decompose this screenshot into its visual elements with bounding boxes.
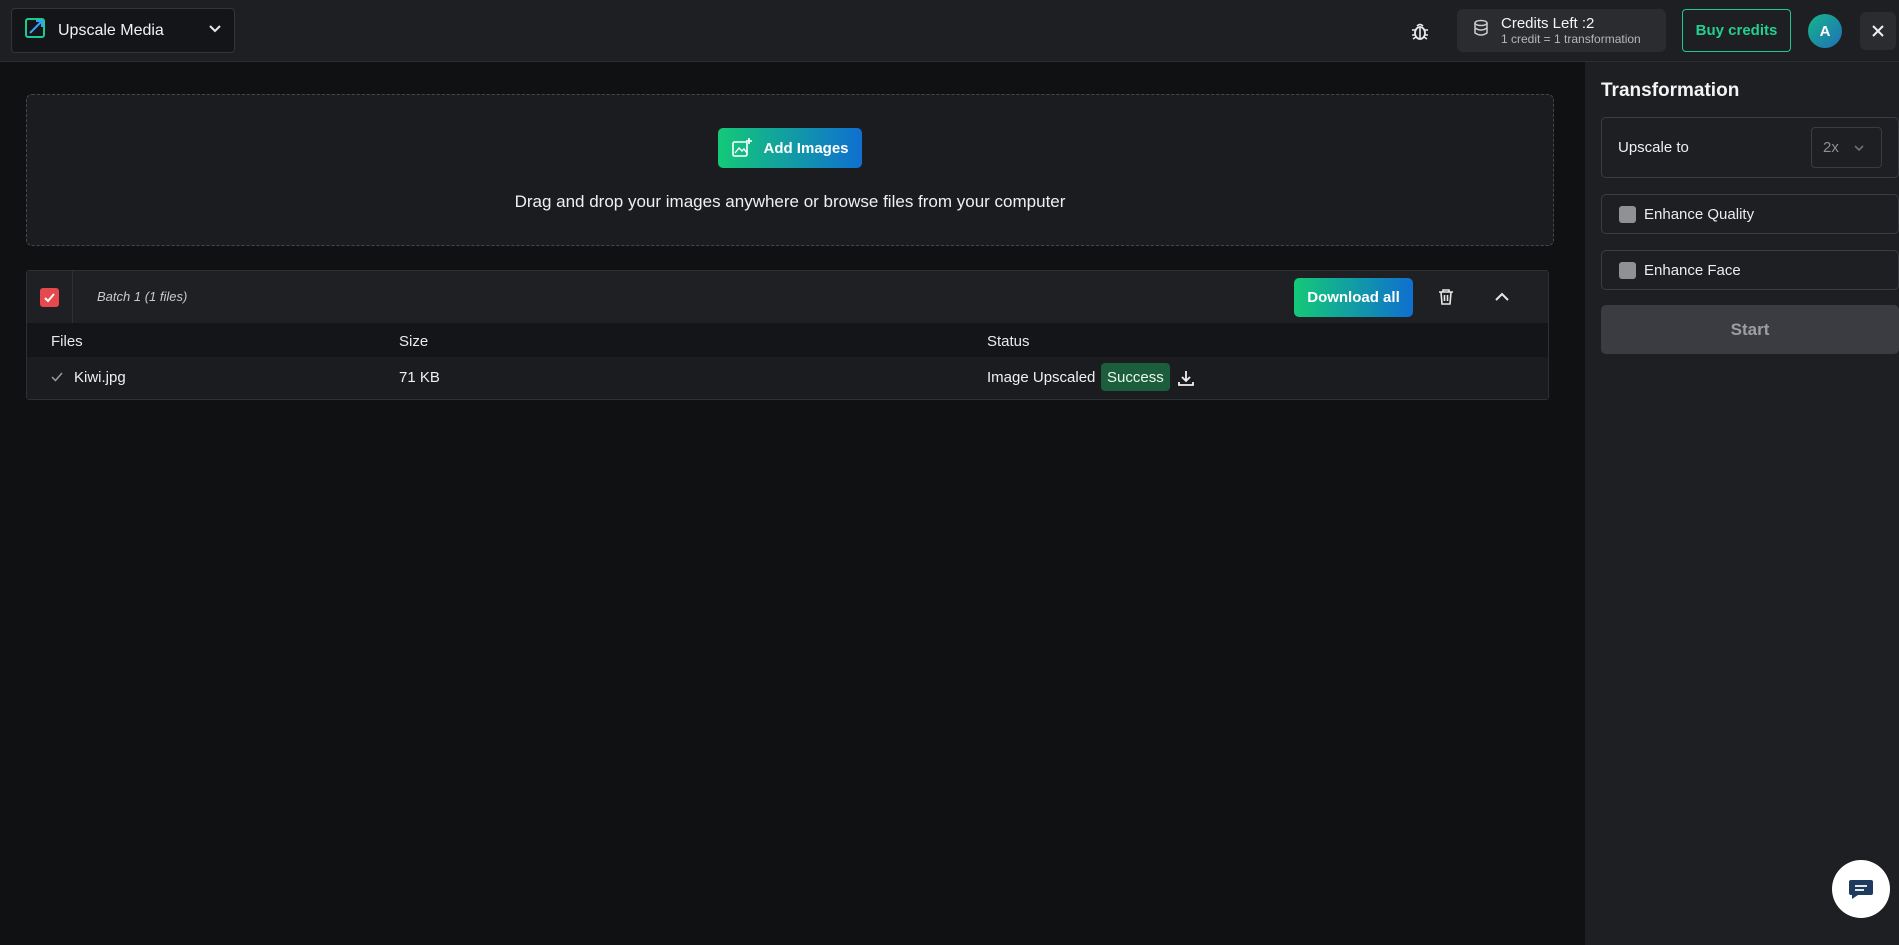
file-size: 71 KB (399, 369, 440, 386)
credits-panel: Credits Left :2 1 credit = 1 transformat… (1457, 9, 1666, 52)
credits-note: 1 credit = 1 transformation (1501, 32, 1641, 46)
download-icon[interactable] (1175, 367, 1197, 389)
batch-header: Batch 1 (1 files) Download all (27, 271, 1548, 323)
transformation-sidebar: Transformation Upscale to 2x Enhance Qua… (1585, 62, 1899, 945)
add-images-label: Add Images (763, 139, 849, 157)
column-header-status: Status (987, 333, 1030, 350)
trash-icon[interactable] (1435, 286, 1457, 308)
app-selector[interactable]: Upscale Media (11, 8, 235, 53)
enhance-quality-checkbox[interactable] (1619, 205, 1636, 223)
check-icon (51, 370, 63, 387)
dropzone-hint: Drag and drop your images anywhere or br… (514, 192, 1066, 211)
chevron-up-icon[interactable] (1491, 286, 1513, 308)
download-all-button[interactable]: Download all (1294, 278, 1413, 317)
table-row: Kiwi.jpg 71 KB Image Upscaled Success (27, 357, 1548, 399)
status-badge: Success (1101, 363, 1170, 391)
column-header-files: Files (51, 333, 83, 350)
add-images-button[interactable]: Add Images (718, 128, 862, 168)
chat-icon[interactable] (1832, 860, 1890, 918)
enhance-quality-option[interactable]: Enhance Quality (1601, 194, 1899, 234)
status-text: Image Upscaled (987, 369, 1096, 386)
dropzone[interactable] (26, 94, 1554, 246)
enhance-face-checkbox[interactable] (1619, 261, 1636, 279)
upscale-logo-icon (24, 16, 48, 45)
top-bar: Upscale Media Credits Left :2 1 credit =… (0, 0, 1899, 62)
column-header-size: Size (399, 333, 429, 350)
batch-title: Batch 1 (1 files) (97, 289, 188, 304)
enhance-face-option[interactable]: Enhance Face (1601, 250, 1899, 290)
close-icon[interactable] (1860, 12, 1896, 50)
batch-select-checkbox[interactable] (40, 287, 59, 307)
file-name: Kiwi.jpg (74, 369, 126, 386)
chevron-down-icon (208, 21, 222, 40)
add-image-icon (732, 138, 753, 157)
upscale-factor-select[interactable]: 2x (1811, 127, 1882, 168)
credits-left: Credits Left :2 (1501, 15, 1595, 32)
avatar[interactable]: A (1808, 14, 1842, 48)
enhance-face-label: Enhance Face (1644, 261, 1741, 279)
upscale-factor-value: 2x (1823, 139, 1839, 156)
batch-panel: Batch 1 (1 files) Download all Files Siz… (26, 270, 1549, 400)
bug-icon[interactable] (1407, 18, 1433, 44)
upscale-setting: Upscale to 2x (1601, 117, 1899, 178)
sidebar-title: Transformation (1601, 80, 1740, 101)
database-icon (1473, 19, 1489, 42)
chevron-down-icon (1853, 142, 1865, 154)
enhance-quality-label: Enhance Quality (1644, 205, 1755, 223)
start-button[interactable]: Start (1601, 305, 1899, 354)
app-selector-label: Upscale Media (58, 21, 164, 39)
buy-credits-button[interactable]: Buy credits (1682, 9, 1791, 52)
batch-select-cell (27, 271, 73, 323)
